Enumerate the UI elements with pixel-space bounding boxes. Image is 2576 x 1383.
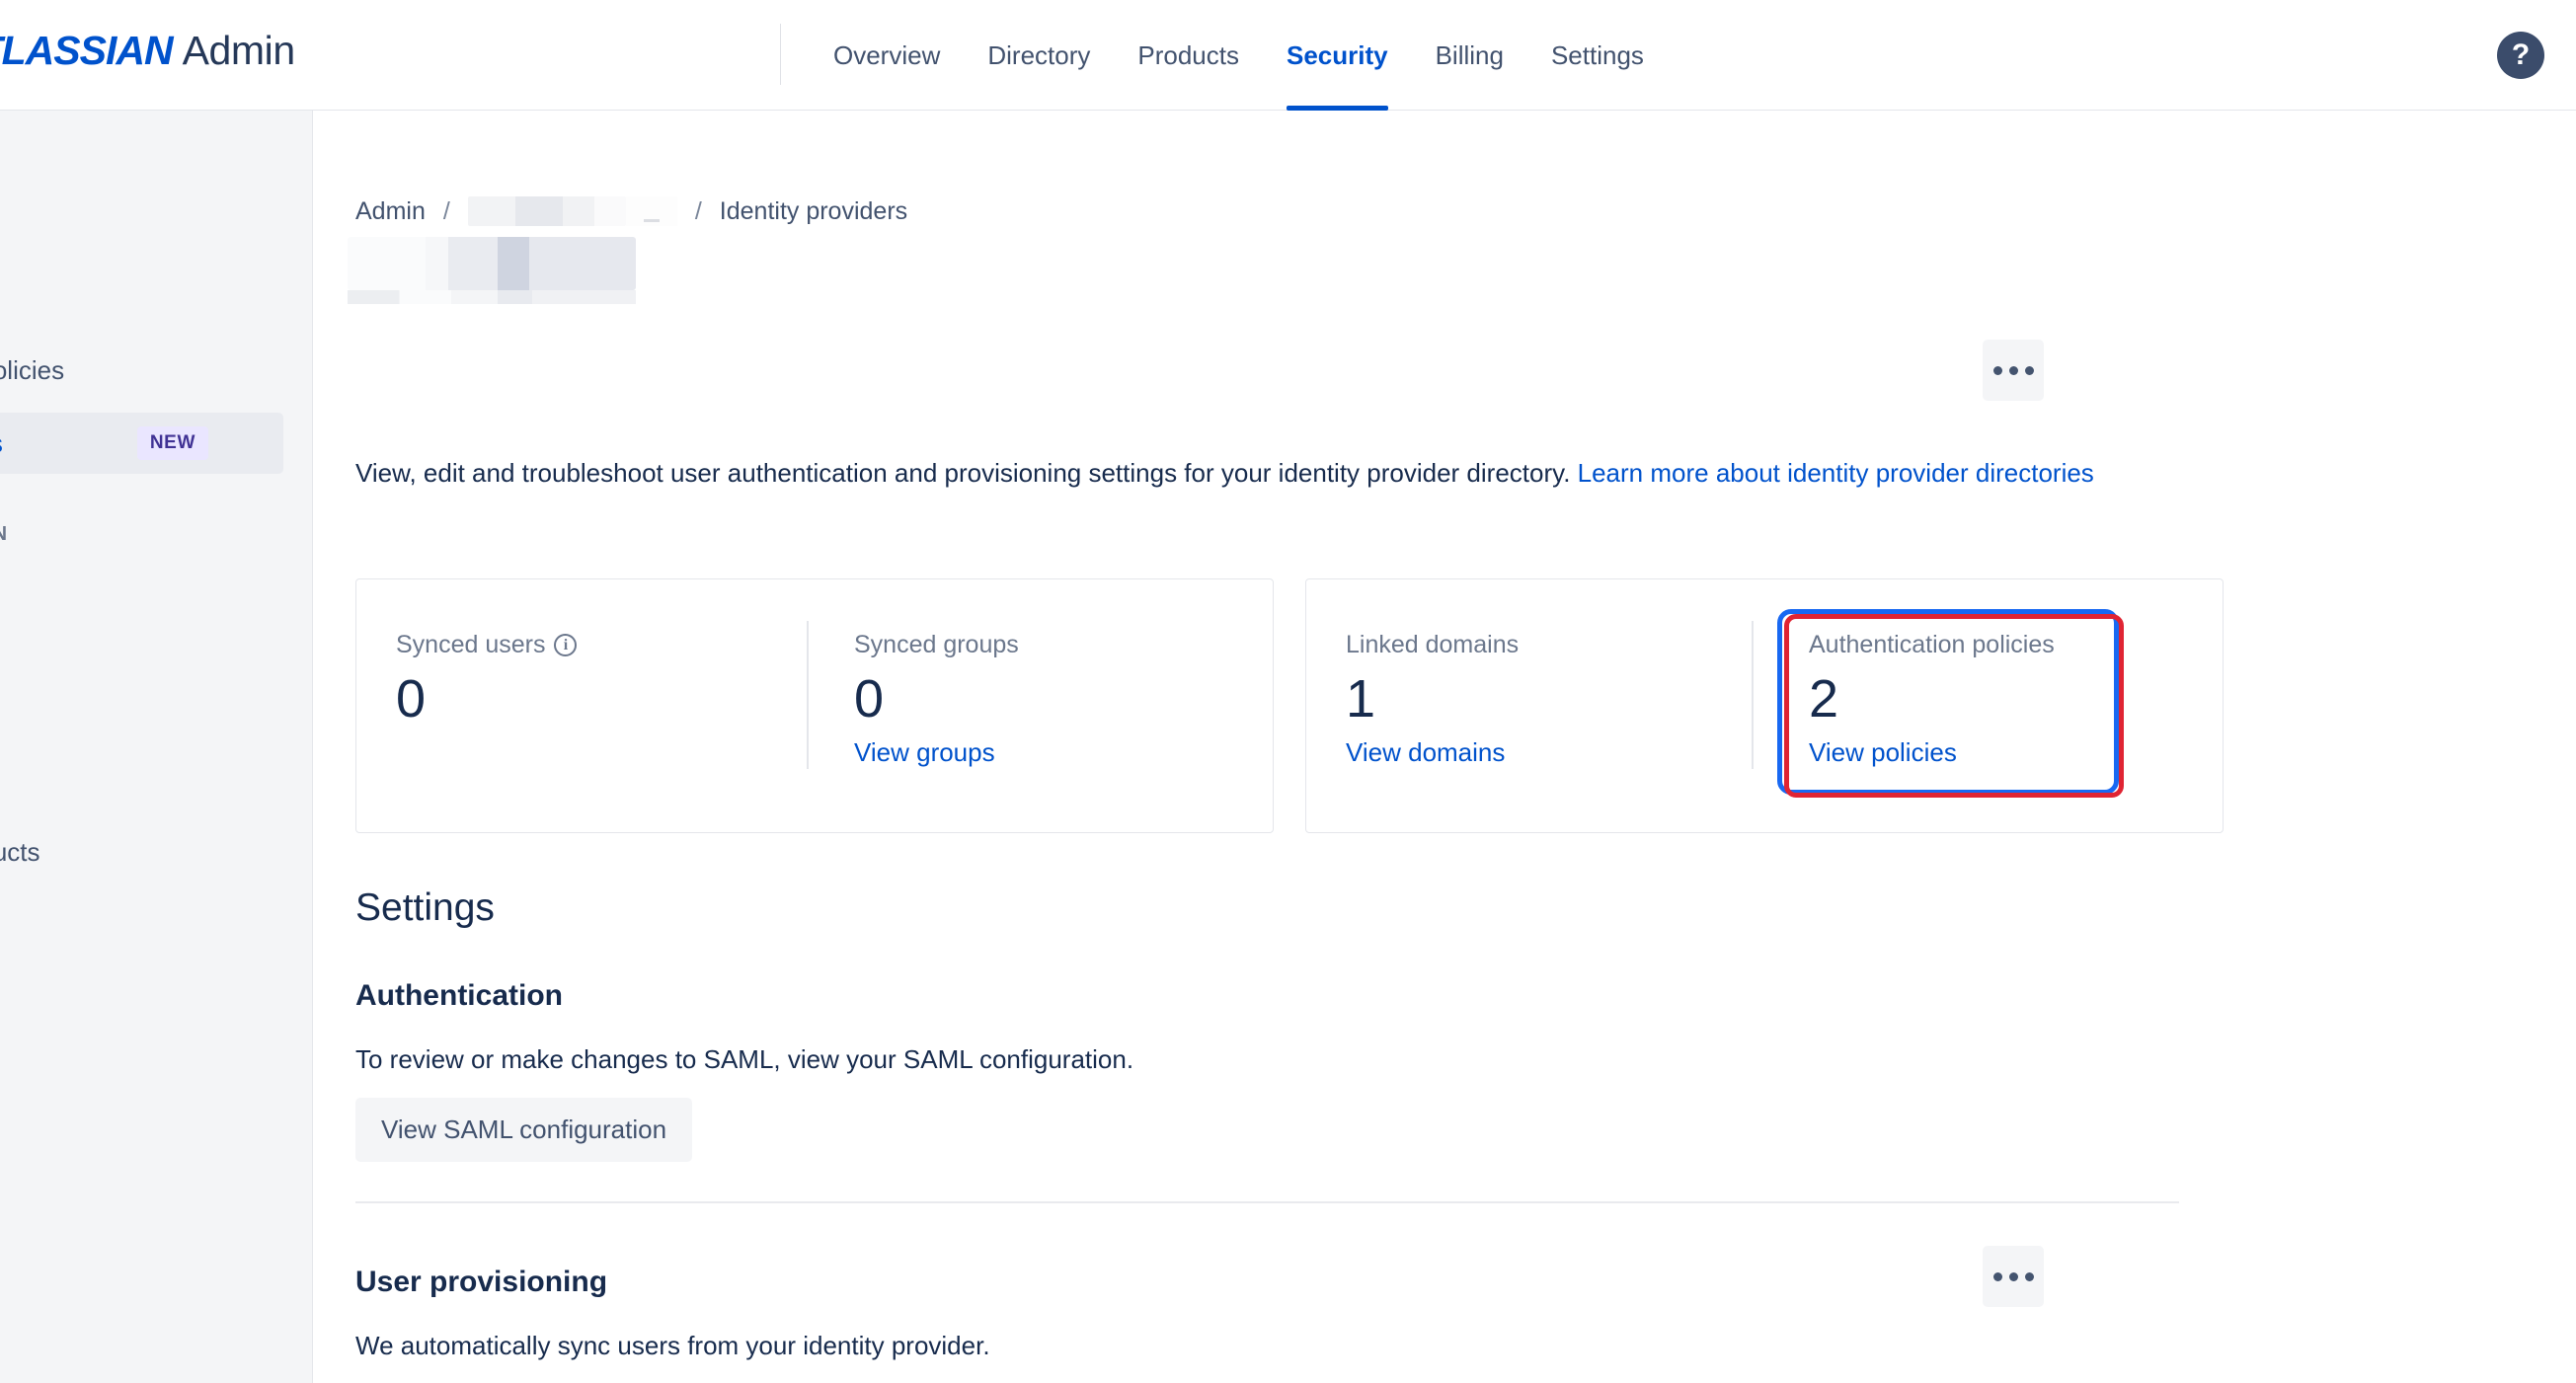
settings-heading: Settings xyxy=(355,886,495,929)
sidebar-item-discovered-products[interactable]: red products xyxy=(0,821,283,883)
sidebar-item-identity-providers[interactable]: providers NEW xyxy=(0,413,283,474)
breadcrumb-redacted-org[interactable] xyxy=(467,196,626,226)
view-policies-link[interactable]: View policies xyxy=(1809,737,1957,768)
atlassian-admin-logo[interactable]: ATLASSIANAdmin xyxy=(0,28,295,74)
status-badge-new: NEW xyxy=(136,426,208,460)
stat-label: Linked domains xyxy=(1346,631,1759,659)
learn-more-link[interactable]: Learn more about identity provider direc… xyxy=(1578,458,2094,488)
sidebar-heading-security: CURITY xyxy=(0,298,283,321)
breadcrumb-separator-1: / xyxy=(442,196,450,225)
sidebar-heading-protection: OTECTION xyxy=(0,523,283,546)
main-content: Admin / / Identity providers View, edit … xyxy=(314,111,2576,1383)
more-dot-icon xyxy=(2008,365,2018,375)
stat-card-sync: Synced users i 0 Synced groups 0 View gr… xyxy=(355,578,1274,833)
view-saml-configuration-button[interactable]: View SAML configuration xyxy=(355,1098,693,1162)
stat-synced-groups: Synced groups 0 View groups xyxy=(807,579,1273,832)
authentication-description: To review or make changes to SAML, view … xyxy=(355,1044,1134,1074)
stat-linked-domains: Linked domains 1 View domains xyxy=(1306,579,1759,832)
stat-value: 0 xyxy=(396,669,427,729)
view-groups-link[interactable]: View groups xyxy=(854,737,995,768)
sidebar-item-label: ication policies xyxy=(0,354,65,385)
page-description-text: View, edit and troubleshoot user authent… xyxy=(355,458,1578,488)
stat-authentication-policies[interactable]: Authentication policies 2 View policies xyxy=(1752,579,2223,832)
tab-overview[interactable]: Overview xyxy=(810,0,964,111)
stat-cards-row: Synced users i 0 Synced groups 0 View gr… xyxy=(355,578,2224,833)
breadcrumb-separator-2: / xyxy=(694,196,702,225)
stat-value: 0 xyxy=(854,669,885,729)
user-provisioning-more-actions-button[interactable] xyxy=(1983,1246,2044,1307)
stat-value: 2 xyxy=(1809,669,1839,729)
brand-atlassian-text: ATLASSIAN xyxy=(0,28,174,73)
stat-label-text: Synced users xyxy=(396,631,546,658)
brand-admin-text: Admin xyxy=(182,28,296,73)
tab-products[interactable]: Products xyxy=(1114,0,1263,111)
tab-settings[interactable]: Settings xyxy=(1527,0,1668,111)
sidebar-item-guide[interactable]: guide xyxy=(0,193,283,255)
tab-billing[interactable]: Billing xyxy=(1412,0,1527,111)
authentication-heading: Authentication xyxy=(355,979,563,1012)
page-description: View, edit and troubleshoot user authent… xyxy=(355,453,2113,493)
section-divider xyxy=(355,1201,2179,1203)
info-icon[interactable]: i xyxy=(554,634,578,656)
more-dot-icon xyxy=(2024,1271,2034,1281)
stat-value: 1 xyxy=(1346,669,1376,729)
tab-directory[interactable]: Directory xyxy=(964,0,1114,111)
stat-label: Synced users i xyxy=(396,631,815,659)
primary-nav: Overview Directory Products Security Bil… xyxy=(810,0,1668,111)
breadcrumb-admin[interactable]: Admin xyxy=(355,197,426,226)
page-title-redacted xyxy=(348,237,636,304)
stat-label-text: Synced groups xyxy=(854,631,1019,658)
stat-label: Authentication policies xyxy=(1809,631,2223,659)
more-dot-icon xyxy=(2024,365,2034,375)
page-more-actions-button[interactable] xyxy=(1983,340,2044,401)
stat-label-text: Linked domains xyxy=(1346,631,1520,658)
tab-security[interactable]: Security xyxy=(1263,0,1412,111)
view-domains-link[interactable]: View domains xyxy=(1346,737,1505,768)
sidebar: guide CURITY ication policies providers … xyxy=(0,111,313,1383)
sidebar-item-label: red products xyxy=(0,836,40,867)
nav-divider xyxy=(780,24,781,85)
help-icon[interactable]: ? xyxy=(2497,32,2544,79)
top-navigation-bar: ATLASSIANAdmin Overview Directory Produc… xyxy=(0,0,2576,111)
stat-card-domains-policies: Linked domains 1 View domains Authentica… xyxy=(1305,578,2224,833)
breadcrumb-redacted-tail xyxy=(625,196,677,226)
sidebar-heading-monitoring: ING xyxy=(0,732,283,755)
stat-label: Synced groups xyxy=(854,631,1273,659)
more-dot-icon xyxy=(2008,1271,2018,1281)
breadcrumb: Admin / / Identity providers xyxy=(355,196,907,226)
sidebar-item-app-policy[interactable]: pp policy xyxy=(0,661,283,723)
stat-synced-users: Synced users i 0 xyxy=(356,579,815,832)
sidebar-item-label: providers xyxy=(0,428,3,459)
stat-label-text: Authentication policies xyxy=(1809,631,2055,658)
breadcrumb-current: Identity providers xyxy=(719,196,908,225)
more-dot-icon xyxy=(1992,1271,2002,1281)
more-dot-icon xyxy=(1992,365,2002,375)
sidebar-item-authentication-policies[interactable]: ication policies xyxy=(0,340,283,401)
user-provisioning-heading: User provisioning xyxy=(355,1266,608,1298)
user-provisioning-description: We automatically sync users from your id… xyxy=(355,1331,990,1360)
